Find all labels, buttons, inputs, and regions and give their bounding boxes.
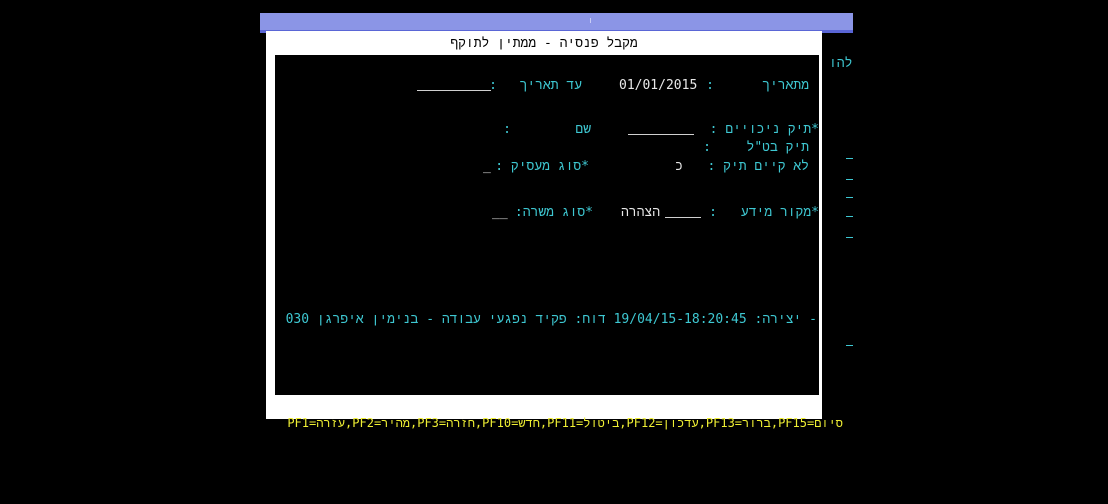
- form-screen: מתאריך : 01/01/2015 עד תאריך : *תיק ניכו…: [275, 55, 819, 395]
- info-source-separator: :: [709, 205, 717, 220]
- nii-file-label: תיק בט"ל: [746, 140, 809, 155]
- side-field-marker: [846, 158, 853, 159]
- title-bar-marker: [590, 18, 591, 23]
- side-field-marker: [846, 345, 853, 346]
- to-date-field[interactable]: [417, 78, 491, 91]
- side-field-marker: [846, 216, 853, 217]
- to-date-label: עד תאריך: [519, 78, 582, 93]
- window-title: מקבל פנסיה - ממתין לתוקף: [450, 36, 638, 51]
- info-source-underline: [665, 205, 701, 218]
- side-label: להו: [829, 56, 853, 71]
- job-type-field[interactable]: __: [492, 205, 508, 220]
- no-file-field[interactable]: כ: [675, 159, 683, 174]
- employer-type-label: *סוג מעסיק :: [495, 159, 589, 174]
- info-source-label: *מקור מידע: [740, 205, 819, 220]
- info-source-field[interactable]: הצהרה: [621, 205, 660, 220]
- report-status-line: - יצירה: 19/04/15-18:20:45 דוח: פקיד נפג…: [285, 312, 817, 327]
- nii-file-separator: :: [703, 140, 711, 155]
- from-date-field[interactable]: 01/01/2015: [619, 78, 697, 93]
- terminal-title-bar: [260, 13, 853, 33]
- deductions-file-field[interactable]: [628, 122, 694, 135]
- name-separator: :: [503, 122, 511, 137]
- deductions-file-label: *תיק ניכויים :: [709, 122, 819, 137]
- employer-type-field[interactable]: _: [483, 159, 491, 174]
- side-field-marker: [846, 197, 853, 198]
- form-window: מקבל פנסיה - ממתין לתוקף מתאריך : 01/01/…: [266, 31, 822, 419]
- no-file-label: לא קיים תיק :: [707, 159, 809, 174]
- function-keys-bar[interactable]: סיום=PF15,ברור=PF13,עדכון=PF12,ביטול=PF1…: [260, 416, 843, 431]
- side-field-marker: [846, 237, 853, 238]
- side-field-marker: [846, 179, 853, 180]
- job-type-label: *סוג משרה:: [514, 205, 593, 220]
- from-date-separator: :: [706, 78, 714, 93]
- from-date-label: מתאריך: [762, 78, 809, 93]
- name-label: שם: [575, 122, 591, 137]
